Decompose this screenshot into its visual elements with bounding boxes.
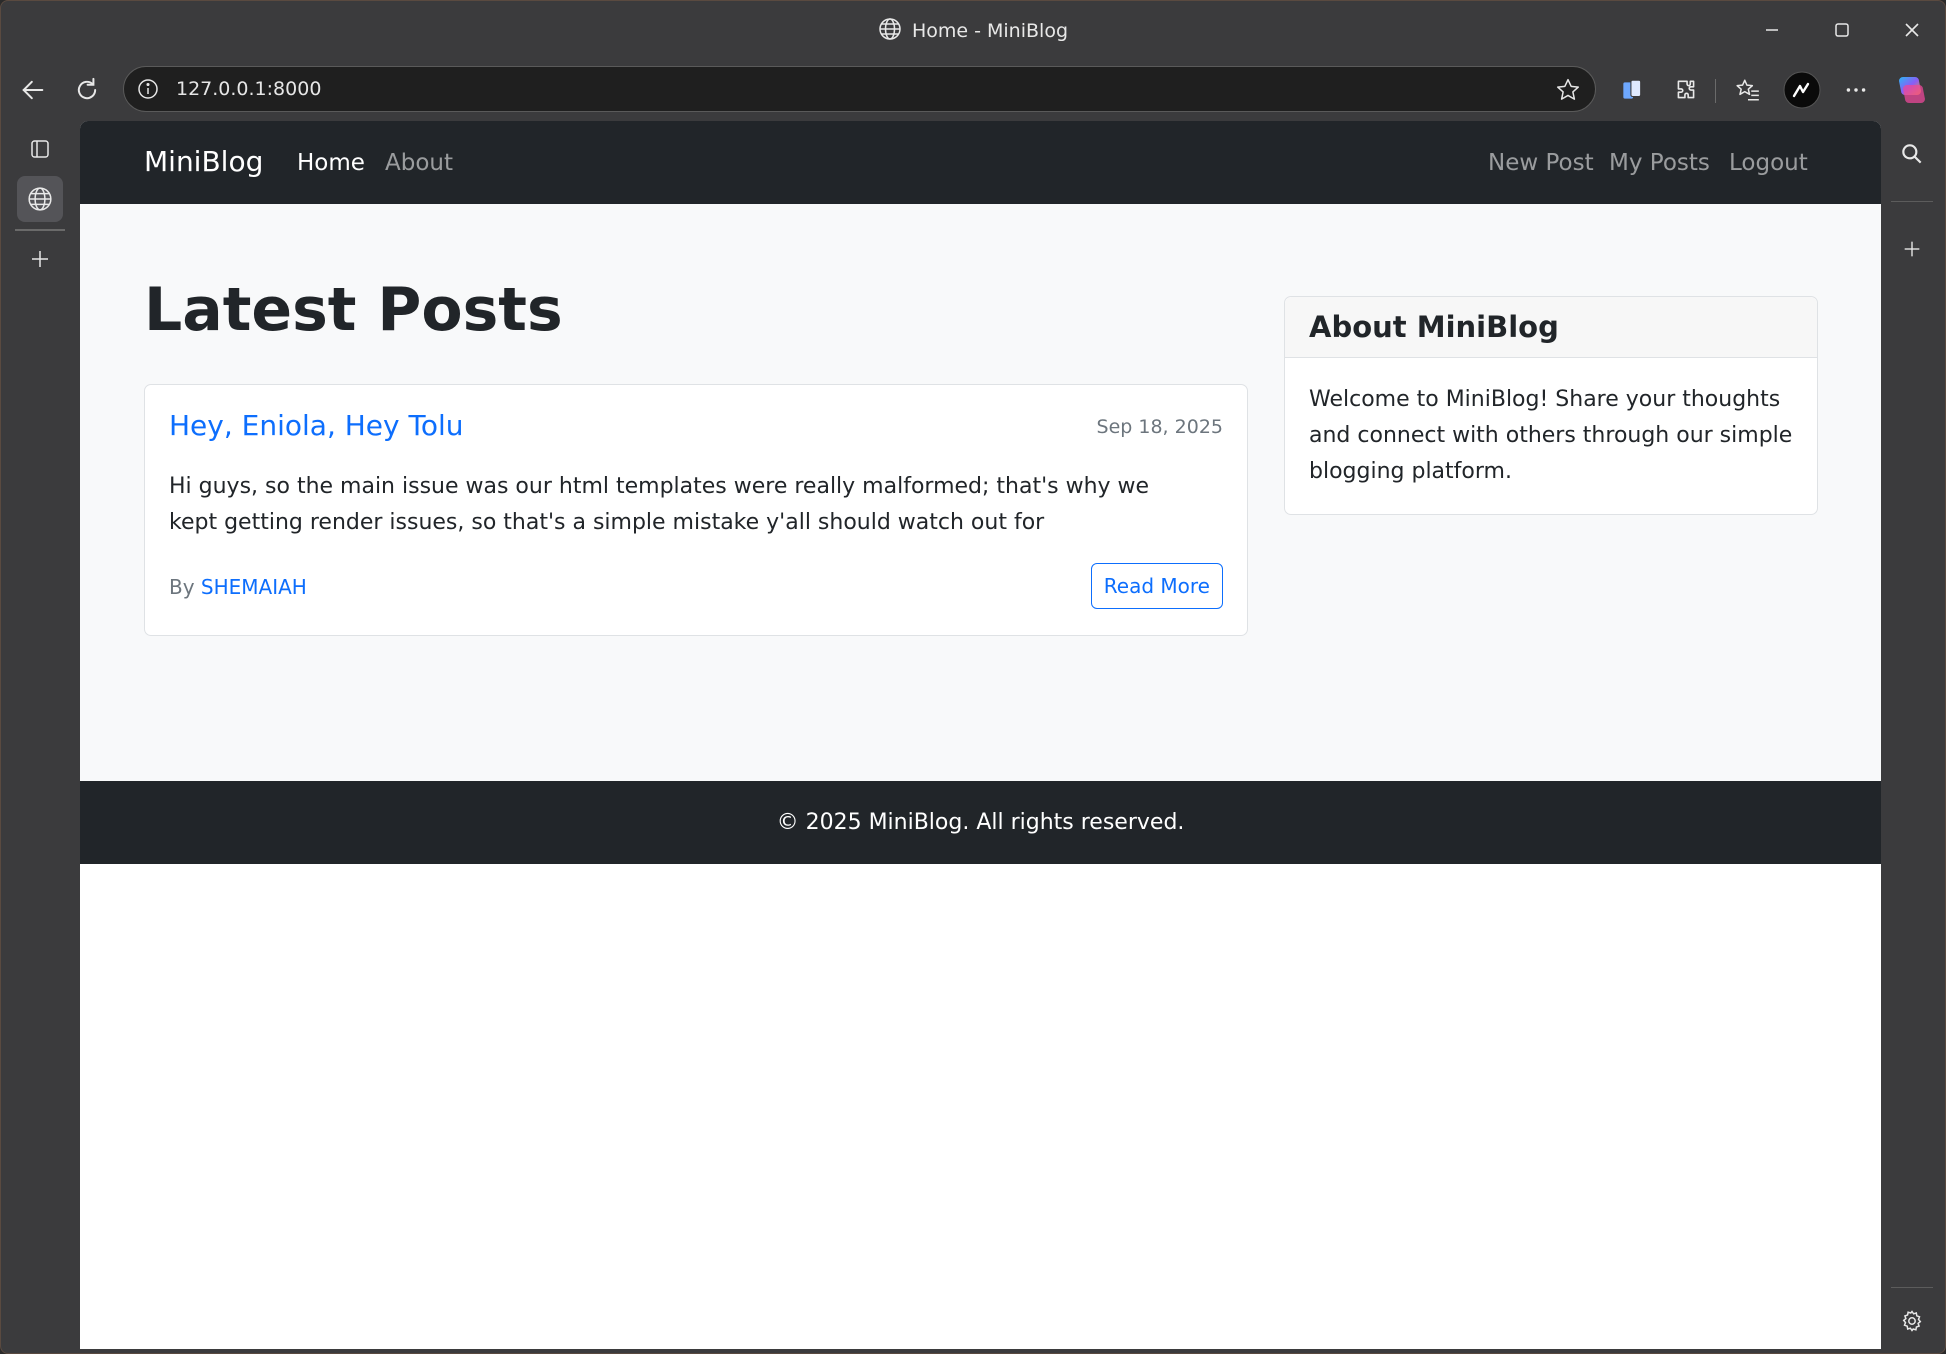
- about-card-body: Welcome to MiniBlog! Share your thoughts…: [1309, 387, 1793, 484]
- refresh-button[interactable]: [65, 68, 109, 112]
- split-screen-icon[interactable]: [1610, 68, 1654, 112]
- nav-new-post-link[interactable]: New Post: [1488, 150, 1594, 176]
- author-link[interactable]: SHEMAIAH: [201, 575, 307, 599]
- post-date: Sep 18, 2025: [1096, 416, 1223, 438]
- page-title: Latest Posts: [144, 275, 563, 345]
- address-bar[interactable]: 127.0.0.1:8000: [123, 66, 1596, 112]
- page-viewport: MiniBlog Home About New Post My Posts Lo…: [80, 121, 1881, 1349]
- browser-toolbar: 127.0.0.1:8000: [1, 59, 1945, 121]
- back-button[interactable]: [11, 68, 55, 112]
- site-footer: © 2025 MiniBlog. All rights reserved.: [80, 781, 1881, 864]
- tab-globe-icon[interactable]: [17, 176, 63, 222]
- site-info-icon[interactable]: [136, 77, 160, 105]
- close-button[interactable]: [1883, 11, 1941, 49]
- maximize-button[interactable]: [1813, 11, 1871, 49]
- globe-icon: [878, 17, 902, 46]
- new-tab-icon[interactable]: [17, 236, 63, 282]
- title-bar: Home - MiniBlog: [1, 1, 1945, 59]
- window-title-text: Home - MiniBlog: [911, 20, 1069, 42]
- add-sidebar-app-icon[interactable]: [1889, 226, 1935, 272]
- nav-my-posts-link[interactable]: My Posts: [1609, 150, 1710, 176]
- search-icon[interactable]: [1889, 131, 1935, 177]
- more-options-icon[interactable]: [1834, 68, 1878, 112]
- nav-about-link[interactable]: About: [385, 150, 453, 176]
- url-text[interactable]: 127.0.0.1:8000: [176, 78, 321, 100]
- tab-actions-icon[interactable]: [17, 126, 63, 172]
- post-excerpt: Hi guys, so the main issue was our html …: [169, 474, 1150, 535]
- footer-text: © 2025 MiniBlog. All rights reserved.: [776, 810, 1185, 835]
- extensions-icon[interactable]: [1664, 68, 1708, 112]
- rail-divider: [1891, 201, 1933, 202]
- post-author-line: By SHEMAIAH: [169, 575, 307, 599]
- favorites-icon[interactable]: [1726, 68, 1770, 112]
- browser-left-rail: [1, 121, 79, 1353]
- minimize-button[interactable]: [1743, 11, 1801, 49]
- about-card: About MiniBlog Welcome to MiniBlog! Shar…: [1284, 296, 1818, 515]
- read-more-button[interactable]: Read More: [1090, 563, 1223, 609]
- browser-window: Home - MiniBlog 127.0.0.1:8000 MiniBlog …: [0, 0, 1946, 1354]
- rail-divider: [1891, 1287, 1933, 1288]
- nav-logout-link[interactable]: Logout: [1729, 150, 1808, 176]
- rail-divider: [15, 229, 65, 231]
- post-title-link[interactable]: Hey, Eniola, Hey Tolu: [169, 409, 464, 442]
- main-content: Latest Posts Hey, Eniola, Hey Tolu Sep 1…: [80, 204, 1881, 781]
- nav-home-link[interactable]: Home: [297, 150, 365, 176]
- favorite-star-icon[interactable]: [1555, 77, 1581, 107]
- about-card-header: About MiniBlog: [1285, 297, 1817, 358]
- toolbar-divider: [1715, 79, 1716, 103]
- post-card: Hey, Eniola, Hey Tolu Sep 18, 2025 Hi gu…: [144, 384, 1248, 636]
- site-navbar: MiniBlog Home About New Post My Posts Lo…: [80, 121, 1881, 204]
- profile-avatar[interactable]: [1780, 68, 1824, 112]
- settings-gear-icon[interactable]: [1889, 1298, 1935, 1344]
- browser-right-rail: [1879, 121, 1945, 1353]
- window-title: Home - MiniBlog: [1, 17, 1945, 46]
- author-prefix: By: [169, 575, 195, 599]
- site-brand-link[interactable]: MiniBlog: [144, 145, 263, 178]
- copilot-icon[interactable]: [1890, 68, 1934, 112]
- about-card-title: About MiniBlog: [1309, 310, 1559, 344]
